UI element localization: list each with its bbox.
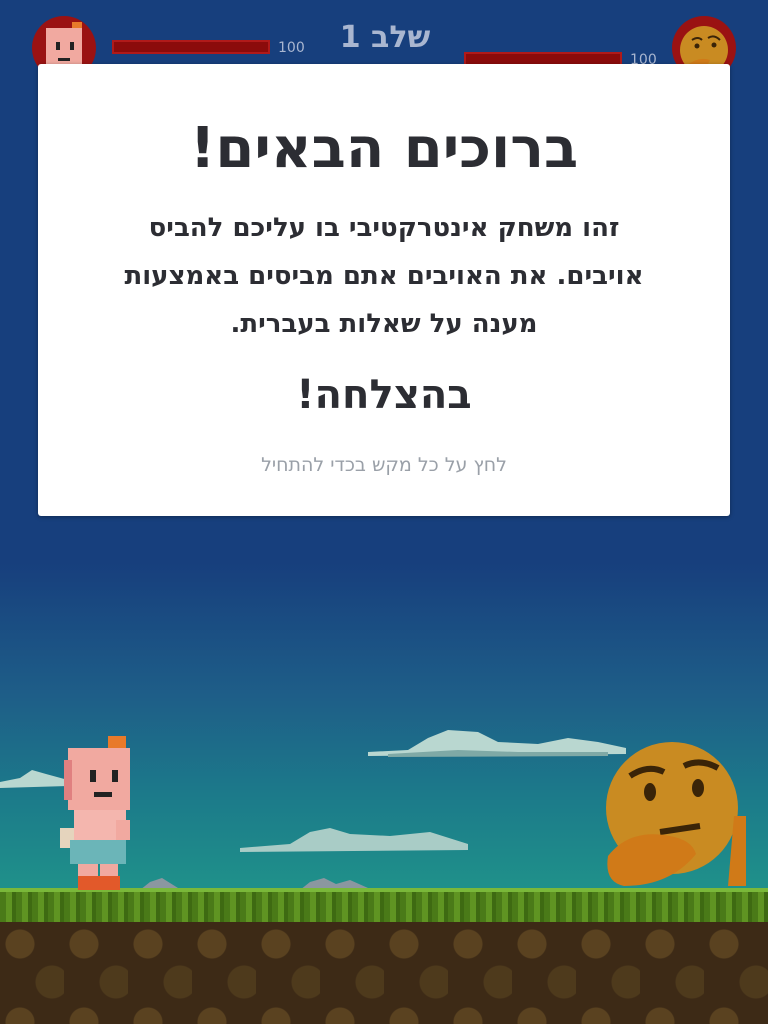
player-health-value: 100	[278, 40, 305, 56]
pixel-girl-character-icon[interactable]	[60, 736, 136, 890]
good-luck-text: בהצלחה!	[296, 372, 472, 418]
press-any-key-hint: לחץ על כל מקש בכדי להתחיל	[261, 454, 507, 476]
cloud-decoration	[368, 730, 626, 757]
welcome-title: ברוכים הבאים!	[189, 116, 579, 181]
grass-ground	[0, 888, 768, 926]
cloud-decoration	[240, 828, 468, 852]
thinking-face-emoji-icon[interactable]	[600, 736, 748, 888]
dirt-ground	[0, 922, 768, 1024]
level-indicator: שלב 1	[339, 20, 431, 55]
welcome-description: זהו משחק אינטרקטיבי בו עליכם להביס אויבי…	[124, 213, 644, 339]
welcome-dialog[interactable]: ברוכים הבאים! זהו משחק אינטרקטיבי בו עלי…	[38, 64, 730, 516]
player-health-bar	[112, 40, 270, 54]
